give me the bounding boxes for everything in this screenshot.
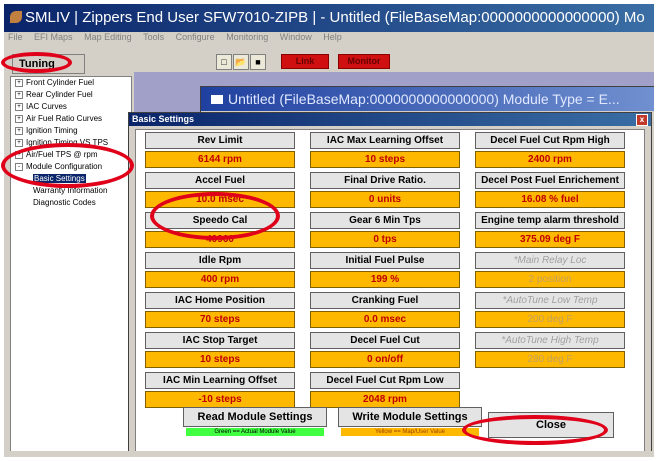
open-icon[interactable]: 📂 [233,54,249,70]
setting-iac-stop-target-button[interactable]: IAC Stop Target [145,332,295,349]
setting-decel-fuel-cut-rpm-low-value: 2048 rpm [310,391,460,408]
menu-bar: File EFI Maps Map Editing Tools Configur… [4,32,654,44]
setting-decel-fuel-cut-button[interactable]: Decel Fuel Cut [310,332,460,349]
setting-initial-fuel-pulse-button[interactable]: Initial Fuel Pulse [310,252,460,269]
expand-icon[interactable]: + [15,79,23,87]
setting-autotune-high-temp-value: 280 deg F [475,351,625,368]
link-button[interactable]: Link [281,54,329,69]
close-icon[interactable]: x [636,114,648,126]
child-window-title-bar: Untitled (FileBaseMap:0000000000000000) … [201,87,654,111]
settings-grid: Rev Limit 6144 rpm IAC Max Learning Offset… [135,129,645,457]
tree-item-module-configuration[interactable]: - Module Configuration [11,161,131,173]
setting-iac-min-learning-offset-value: -10 steps [145,391,295,408]
setting-final-drive-ratio-value: 0 units [310,191,460,208]
setting-speedo-cal-button[interactable]: Speedo Cal [145,212,295,229]
menu-window[interactable]: Window [280,32,312,42]
tree-item-rear-cylinder-fuel[interactable]: + Rear Cylinder Fuel [11,89,131,101]
setting-decel-fuel-cut-rpm-low-button[interactable]: Decel Fuel Cut Rpm Low [310,372,460,389]
menu-monitoring[interactable]: Monitoring [226,32,268,42]
setting-iac-home-position-button[interactable]: IAC Home Position [145,292,295,309]
status-bar [4,451,654,457]
expand-icon[interactable]: + [15,127,23,135]
expand-icon[interactable]: + [15,91,23,99]
menu-map-editing[interactable]: Map Editing [84,32,132,42]
menu-efi-maps[interactable]: EFI Maps [34,32,73,42]
close-button[interactable]: Close [488,412,614,438]
expand-icon[interactable]: + [15,139,23,147]
tree-item-air-fuel-tps[interactable]: + Air/Fuel TPS @ rpm [11,149,131,161]
setting-idle-rpm-button[interactable]: Idle Rpm [145,252,295,269]
setting-cranking-fuel-value: 0.0 msec [310,311,460,328]
tree-item-front-cylinder-fuel[interactable]: + Front Cylinder Fuel [11,77,131,89]
menu-tools[interactable]: Tools [143,32,164,42]
expand-icon[interactable]: + [15,151,23,159]
read-module-settings-button[interactable]: Read Module Settings [183,407,327,427]
setting-main-relay-loc-value: 2 position [475,271,625,288]
setting-gear-6-min-tps-button[interactable]: Gear 6 Min Tps [310,212,460,229]
monitor-button[interactable]: Monitor [338,54,390,69]
collapse-icon[interactable]: - [15,163,23,171]
setting-autotune-low-temp-button: *AutoTune Low Temp [475,292,625,309]
setting-idle-rpm-value: 400 rpm [145,271,295,288]
tuning-maps-tree: + Front Cylinder Fuel + Rear Cylinder Fuel… [10,76,132,457]
tree-item-warranty-information[interactable]: Warranty Information [11,185,131,197]
setting-decel-post-fuel-enrichement-button[interactable]: Decel Post Fuel Enrichement [475,172,625,189]
app-window: SMLIV | Zippers End User SFW7010-ZIPB | … [4,4,654,457]
tree-item-ignition-timing[interactable]: + Ignition Timing [11,125,131,137]
setting-final-drive-ratio-button[interactable]: Final Drive Ratio. [310,172,460,189]
setting-iac-max-learning-offset-value: 10 steps [310,151,460,168]
setting-speedo-cal-value: 40960 [145,231,295,248]
tree-item-diagnostic-codes[interactable]: Diagnostic Codes [11,197,131,209]
setting-cranking-fuel-button[interactable]: Cranking Fuel [310,292,460,309]
setting-autotune-high-temp-button: *AutoTune High Temp [475,332,625,349]
tree-item-basic-settings[interactable]: Basic Settings [11,173,131,185]
setting-iac-max-learning-offset-button[interactable]: IAC Max Learning Offset [310,132,460,149]
expand-icon[interactable]: + [15,103,23,111]
menu-help[interactable]: Help [323,32,342,42]
tuning-maps-header[interactable]: Tuning Maps [12,54,85,88]
setting-rev-limit-value: 6144 rpm [145,151,295,168]
setting-decel-fuel-cut-rpm-high-value: 2400 rpm [475,151,625,168]
tree-item-iac-curves[interactable]: + IAC Curves [11,101,131,113]
dialog-title-bar: Basic Settings x [129,113,651,126]
setting-accel-fuel-value: 10.0 msec [145,191,295,208]
expand-icon[interactable]: + [15,115,23,123]
setting-iac-home-position-value: 70 steps [145,311,295,328]
legend-map-value: Yellow == Map/User Value [341,428,479,436]
legend-actual-value: Green == Actual Module Value [186,428,324,436]
setting-accel-fuel-button[interactable]: Accel Fuel [145,172,295,189]
dialog-title: Basic Settings [132,114,195,124]
tree-item-ignition-timing-tps[interactable]: + Ignition Timing VS TPS [11,137,131,149]
setting-iac-stop-target-value: 10 steps [145,351,295,368]
window-title: SMLIV | Zippers End User SFW7010-ZIPB | … [25,9,645,26]
new-icon[interactable]: □ [216,54,232,70]
child-window-title: Untitled (FileBaseMap:0000000000000000) … [228,91,620,107]
setting-iac-min-learning-offset-button[interactable]: IAC Min Learning Offset [145,372,295,389]
basic-settings-dialog: Basic Settings x Rev Limit 6144 rpm IAC Ma… [128,112,652,457]
setting-decel-fuel-cut-value: 0 on/off [310,351,460,368]
setting-autotune-low-temp-value: 200 deg F [475,311,625,328]
setting-engine-temp-alarm-threshold-button[interactable]: Engine temp alarm threshold [475,212,625,229]
setting-decel-post-fuel-enrichement-value: 16.08 % fuel [475,191,625,208]
tree-item-afr-curves[interactable]: + Air Fuel Ratio Curves [11,113,131,125]
setting-rev-limit-button[interactable]: Rev Limit [145,132,295,149]
setting-main-relay-loc-button: *Main Relay Loc [475,252,625,269]
setting-initial-fuel-pulse-value: 199 % [310,271,460,288]
title-bar: SMLIV | Zippers End User SFW7010-ZIPB | … [4,4,654,32]
app-icon [10,11,22,23]
menu-file[interactable]: File [8,32,23,42]
write-module-settings-button[interactable]: Write Module Settings [338,407,482,427]
setting-decel-fuel-cut-rpm-high-button[interactable]: Decel Fuel Cut Rpm High [475,132,625,149]
setting-engine-temp-alarm-threshold-value: 375.09 deg F [475,231,625,248]
save-icon[interactable]: ■ [250,54,266,70]
menu-configure[interactable]: Configure [176,32,215,42]
setting-gear-6-min-tps-value: 0 tps [310,231,460,248]
window-icon [211,95,223,104]
